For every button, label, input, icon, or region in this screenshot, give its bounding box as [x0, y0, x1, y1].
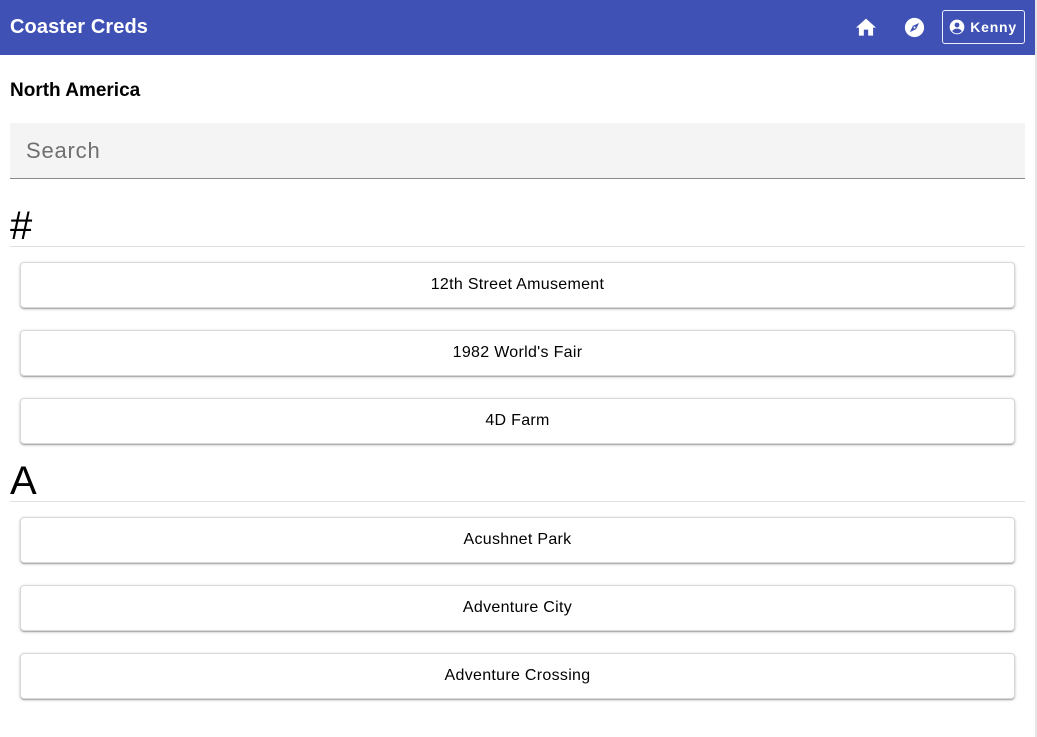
- home-button[interactable]: [848, 9, 884, 45]
- app-root: Coaster Creds Kenny North America Search…: [0, 0, 1037, 737]
- top-app-bar: Coaster Creds Kenny: [0, 0, 1035, 55]
- park-list: Acushnet Park Adventure City Adventure C…: [10, 517, 1025, 699]
- nav-actions: Kenny: [848, 9, 1025, 45]
- park-list: 12th Street Amusement 1982 World's Fair …: [10, 262, 1025, 444]
- compass-icon: [904, 17, 924, 37]
- park-card[interactable]: Acushnet Park: [20, 517, 1015, 563]
- letter-heading: A: [10, 459, 37, 503]
- letter-section-hash: # 12th Street Amusement 1982 World's Fai…: [10, 179, 1025, 444]
- account-circle-icon: [949, 19, 965, 35]
- home-icon: [856, 18, 877, 36]
- letter-section-a: A Acushnet Park Adventure City Adventure…: [10, 444, 1025, 699]
- search-input[interactable]: [10, 123, 1025, 178]
- letter-heading: #: [10, 204, 33, 248]
- park-card[interactable]: Adventure City: [20, 585, 1015, 631]
- park-card[interactable]: 1982 World's Fair: [20, 330, 1015, 376]
- search-field: [10, 123, 1025, 179]
- user-account-button[interactable]: Kenny: [942, 10, 1025, 44]
- user-name: Kenny: [970, 19, 1017, 35]
- section-divider: [10, 246, 1025, 247]
- main-content: North America # 12th Street Amusement 19…: [10, 55, 1025, 699]
- park-card[interactable]: 4D Farm: [20, 398, 1015, 444]
- park-card[interactable]: 12th Street Amusement: [20, 262, 1015, 308]
- park-card[interactable]: Adventure Crossing: [20, 653, 1015, 699]
- app-title[interactable]: Coaster Creds: [10, 16, 148, 39]
- region-title: North America: [10, 80, 141, 101]
- section-divider: [10, 501, 1025, 502]
- explore-button[interactable]: [896, 9, 932, 45]
